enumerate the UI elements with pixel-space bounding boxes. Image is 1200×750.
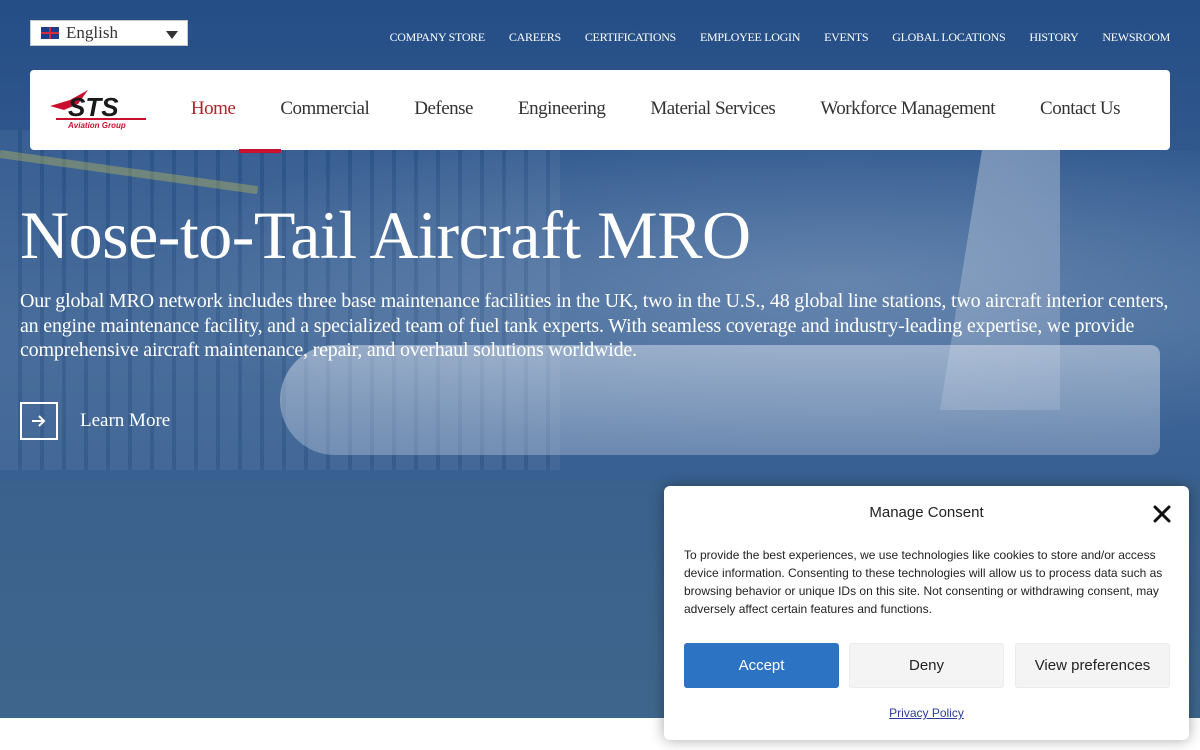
hero-description: Our global MRO network includes three ba… (20, 290, 1169, 361)
hero-title: Nose-to-Tail Aircraft MRO (20, 197, 751, 273)
nav-item-contact-us[interactable]: Contact Us (1040, 98, 1120, 120)
logo-sub-text: Aviation Group (67, 121, 126, 130)
deny-button[interactable]: Deny (849, 643, 1004, 688)
top-link-certifications[interactable]: CERTIFICATIONS (585, 30, 676, 45)
language-label: English (66, 23, 118, 42)
top-link-careers[interactable]: CAREERS (509, 30, 561, 45)
nav-item-engineering[interactable]: Engineering (518, 98, 606, 120)
active-nav-indicator (239, 149, 281, 153)
consent-dialog: Manage Consent To provide the best exper… (664, 486, 1189, 740)
logo-underline (56, 118, 146, 120)
nav-item-workforce-management[interactable]: Workforce Management (820, 98, 995, 120)
main-navbar: STS Aviation Group Home Commercial Defen… (30, 70, 1170, 153)
view-preferences-button[interactable]: View preferences (1015, 643, 1170, 688)
top-link-global-locations[interactable]: GLOBAL LOCATIONS (892, 30, 1005, 45)
top-link-events[interactable]: EVENTS (824, 30, 869, 45)
consent-message: To provide the best experiences, we use … (684, 548, 1163, 616)
sts-logo[interactable]: STS Aviation Group (48, 88, 158, 132)
top-link-newsroom[interactable]: NEWSROOM (1102, 30, 1170, 45)
accept-button[interactable]: Accept (684, 643, 839, 688)
top-link-company-store[interactable]: COMPANY STORE (390, 30, 486, 45)
arrow-right-icon (32, 415, 46, 427)
language-select[interactable]: English (30, 20, 188, 46)
nav-item-material-services[interactable]: Material Services (650, 98, 775, 120)
close-icon[interactable] (1153, 505, 1171, 523)
top-link-employee-login[interactable]: EMPLOYEE LOGIN (700, 30, 800, 45)
nav-item-defense[interactable]: Defense (414, 98, 473, 120)
nav-item-commercial[interactable]: Commercial (280, 98, 369, 120)
learn-more-label[interactable]: Learn More (80, 410, 170, 432)
nav-item-home[interactable]: Home (191, 98, 236, 120)
caret-down-icon (166, 31, 178, 39)
top-link-history[interactable]: HISTORY (1029, 30, 1078, 45)
utility-nav: COMPANY STORE CAREERS CERTIFICATIONS EMP… (390, 30, 1171, 45)
primary-nav: Home Commercial Defense Engineering Mate… (191, 98, 1121, 120)
consent-title: Manage Consent (869, 504, 984, 521)
learn-more-button[interactable] (20, 402, 58, 440)
uk-flag-icon (41, 27, 59, 39)
logo-brand-text: STS (68, 92, 119, 122)
privacy-policy-link[interactable]: Privacy Policy (664, 706, 1189, 720)
